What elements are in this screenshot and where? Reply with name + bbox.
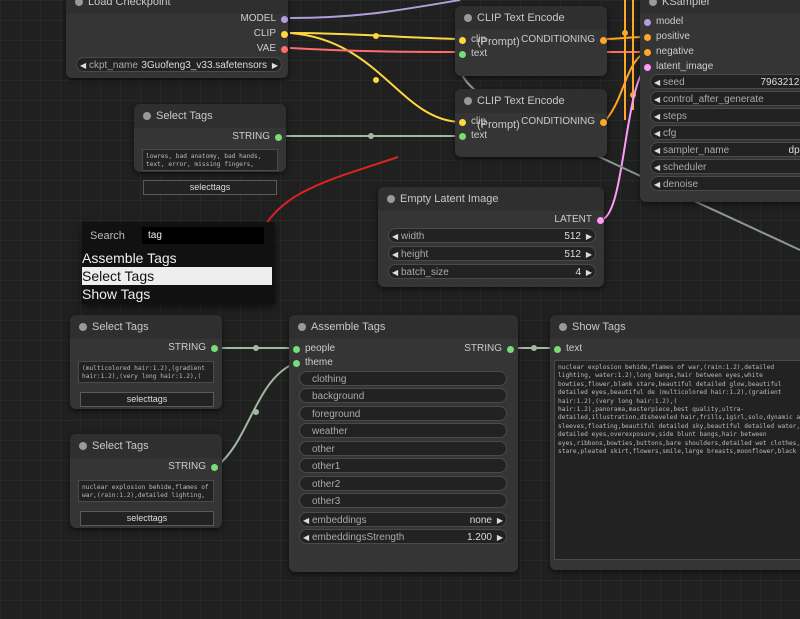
input-people[interactable]: people: [293, 343, 335, 354]
output-latent[interactable]: LATENT: [554, 214, 604, 225]
node-title[interactable]: KSampler: [640, 0, 800, 14]
output-vae[interactable]: VAE: [257, 43, 288, 54]
selecttags-button[interactable]: selecttags: [80, 392, 214, 407]
output-string[interactable]: STRING: [464, 343, 514, 354]
input-latent-image[interactable]: latent_image: [644, 61, 713, 72]
node-title[interactable]: Assemble Tags: [289, 315, 518, 339]
output-clip[interactable]: CLIP: [254, 28, 288, 39]
clip-text-encode-node-top[interactable]: CLIP Text Encode (Prompt) clip text COND…: [455, 6, 607, 76]
ksampler-node[interactable]: KSampler model positive negative latent_…: [640, 0, 800, 202]
selecttags-button[interactable]: selecttags: [80, 511, 214, 526]
clothing-field[interactable]: clothing: [299, 371, 507, 386]
selecttags-button[interactable]: selecttags: [143, 180, 277, 195]
wire-model: [289, 0, 461, 19]
sampler-name-widget[interactable]: ◀sampler_namedpr: [650, 142, 800, 157]
seed-widget[interactable]: ◀seed79632128: [650, 74, 800, 89]
output-conditioning[interactable]: CONDITIONING: [521, 34, 607, 45]
scheduler-widget[interactable]: ◀ scheduler: [650, 159, 800, 174]
show-tags-node[interactable]: Show Tags text nuclear explosion behide,…: [550, 315, 800, 570]
search-label: Search: [90, 230, 125, 242]
select-tags-node-a[interactable]: Select Tags STRING (multicolored hair:1.…: [70, 315, 222, 409]
input-text[interactable]: text: [459, 48, 487, 59]
denoise-widget[interactable]: ◀ denoise: [650, 176, 800, 191]
other3-field[interactable]: other3: [299, 493, 507, 508]
tags-textarea[interactable]: lowres, bad anatomy, bad hands, text, er…: [142, 149, 278, 171]
input-text[interactable]: text: [459, 130, 487, 141]
ckpt-name-combo[interactable]: ◀ ckpt_name 3Guofeng3_v33.safetensors ▶: [76, 57, 282, 72]
search-result-assemble-tags[interactable]: Assemble Tags: [82, 249, 272, 267]
tags-textarea[interactable]: nuclear explosion behide,flames of war,(…: [78, 480, 214, 502]
other1-field[interactable]: other1: [299, 458, 507, 473]
batch-size-widget[interactable]: ◀ batch_size 4 ▶: [388, 264, 596, 279]
weather-field[interactable]: weather: [299, 423, 507, 438]
other-field[interactable]: other: [299, 441, 507, 456]
node-title[interactable]: Select Tags: [134, 104, 286, 128]
load-checkpoint-node[interactable]: Load Checkpoint MODEL CLIP VAE ◀ ckpt_nam…: [66, 0, 288, 78]
cfg-widget[interactable]: ◀ cfg: [650, 125, 800, 140]
input-theme[interactable]: theme: [293, 357, 333, 368]
input-positive[interactable]: positive: [644, 31, 690, 42]
other2-field[interactable]: other2: [299, 476, 507, 491]
node-title[interactable]: Load Checkpoint: [66, 0, 288, 14]
embeddings-combo[interactable]: ◀ embeddings none ▶: [299, 512, 507, 527]
node-title[interactable]: Show Tags: [550, 315, 800, 339]
embeddings-strength-number[interactable]: ◀ embeddingsStrength 1.200 ▶: [299, 529, 507, 544]
empty-latent-image-node[interactable]: Empty Latent Image LATENT ◀ width 512 ▶ ◀ he…: [378, 187, 604, 287]
search-result-show-tags[interactable]: Show Tags: [82, 285, 272, 303]
background-field[interactable]: background: [299, 388, 507, 403]
node-title[interactable]: CLIP Text Encode (Prompt): [455, 6, 607, 48]
output-model[interactable]: MODEL: [240, 13, 288, 24]
height-widget[interactable]: ◀ height 512 ▶: [388, 246, 596, 261]
output-string[interactable]: STRING: [232, 131, 282, 142]
node-title[interactable]: Empty Latent Image: [378, 187, 604, 211]
input-model[interactable]: model: [644, 16, 683, 27]
steps-widget[interactable]: ◀ steps: [650, 108, 800, 123]
node-title[interactable]: CLIP Text Encode (Prompt): [455, 89, 607, 131]
control-after-generate-widget[interactable]: ◀ control_after_generate: [650, 91, 800, 106]
show-tags-output[interactable]: nuclear explosion behide,flames of war,(…: [554, 360, 800, 560]
input-clip[interactable]: clip: [459, 34, 486, 45]
output-string[interactable]: STRING: [168, 342, 218, 353]
clip-text-encode-node-bottom[interactable]: CLIP Text Encode (Prompt) clip text COND…: [455, 89, 607, 157]
input-negative[interactable]: negative: [644, 46, 694, 57]
node-search-dialog[interactable]: Search Assemble Tags Select Tags Show Ta…: [82, 222, 275, 304]
node-title[interactable]: Select Tags: [70, 315, 222, 339]
select-tags-node-b[interactable]: Select Tags STRING nuclear explosion beh…: [70, 434, 222, 528]
search-result-select-tags[interactable]: Select Tags: [82, 267, 272, 285]
search-input[interactable]: [142, 227, 264, 244]
node-title[interactable]: Select Tags: [70, 434, 222, 458]
width-widget[interactable]: ◀ width 512 ▶: [388, 228, 596, 243]
assemble-tags-node[interactable]: Assemble Tags people theme STRING clothi…: [289, 315, 518, 572]
input-text[interactable]: text: [554, 343, 582, 354]
foreground-field[interactable]: foreground: [299, 406, 507, 421]
output-string[interactable]: STRING: [168, 461, 218, 472]
input-clip[interactable]: clip: [459, 116, 486, 127]
output-conditioning[interactable]: CONDITIONING: [521, 116, 607, 127]
select-tags-node-top[interactable]: Select Tags STRING lowres, bad anatomy, …: [134, 104, 286, 195]
tags-textarea[interactable]: (multicolored hair:1.2),(gradient hair:1…: [78, 361, 214, 383]
